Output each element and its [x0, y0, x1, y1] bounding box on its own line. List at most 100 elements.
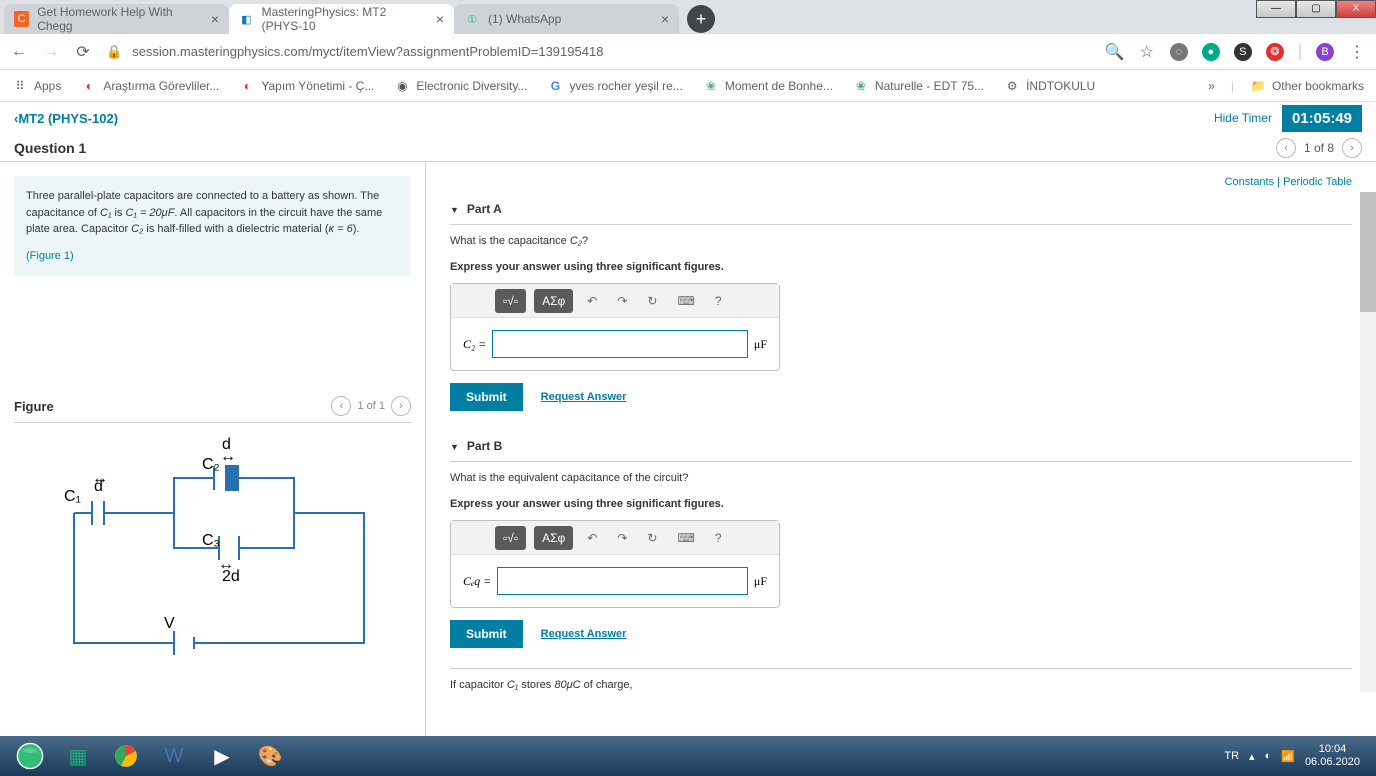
- answer-input-b[interactable]: [497, 567, 748, 595]
- svg-text:C₂: C₂: [202, 456, 220, 473]
- assignment-header: ‹MT2 (PHYS-102) Hide Timer 01:05:49: [0, 102, 1376, 134]
- back-to-assignment[interactable]: ‹MT2 (PHYS-102): [14, 111, 118, 126]
- bookmark-icon: ⚙: [1004, 78, 1020, 94]
- extension-icons: ◌ ● S ❂ | B ⋮: [1170, 43, 1366, 61]
- hide-timer-link[interactable]: Hide Timer: [1214, 111, 1272, 125]
- media-player-icon[interactable]: ▶: [198, 738, 246, 774]
- google-icon: G: [547, 78, 563, 94]
- prev-figure-button[interactable]: ‹: [331, 396, 351, 416]
- tab-masteringphysics[interactable]: ◧ MasteringPhysics: MT2 (PHYS-10 ×: [229, 4, 454, 34]
- help-icon[interactable]: ?: [709, 526, 728, 550]
- redo-icon[interactable]: ↷: [611, 526, 633, 550]
- answer-box-a: ▫√▫ ΑΣφ ↶ ↷ ↻ ⌨ ? C₂ = μF: [450, 283, 780, 371]
- submit-button-b[interactable]: Submit: [450, 620, 523, 648]
- main-content: Three parallel-plate capacitors are conn…: [0, 162, 1376, 736]
- close-button[interactable]: X: [1336, 0, 1376, 18]
- tray-volume-icon[interactable]: 📶: [1281, 750, 1295, 763]
- constants-link[interactable]: Constants: [1225, 176, 1275, 188]
- search-icon[interactable]: 🔍: [1106, 43, 1124, 61]
- star-icon[interactable]: ☆: [1138, 43, 1156, 61]
- bookmark-item[interactable]: ❀Moment de Bonhe...: [703, 78, 833, 94]
- bookmark-item[interactable]: ⚙İNDTOKULU: [1004, 78, 1095, 94]
- paint-icon[interactable]: 🎨: [246, 738, 294, 774]
- symbols-button[interactable]: ΑΣφ: [534, 289, 573, 313]
- submit-button-a[interactable]: Submit: [450, 383, 523, 411]
- request-answer-a[interactable]: Request Answer: [541, 391, 627, 403]
- apps-button[interactable]: ⠿ Apps: [12, 78, 61, 94]
- keyboard-icon[interactable]: ⌨: [671, 289, 700, 313]
- answer-variable: C₂ =: [463, 337, 486, 352]
- start-button[interactable]: [6, 738, 54, 774]
- profile-icon[interactable]: B: [1316, 43, 1334, 61]
- part-a-instruction: Express your answer using three signific…: [450, 261, 1352, 273]
- ext-icon-1[interactable]: ◌: [1170, 43, 1188, 61]
- system-tray: TR ▴ ◐ 📶 10:04 06.06.2020: [1224, 743, 1370, 769]
- periodic-table-link[interactable]: Periodic Table: [1283, 176, 1352, 188]
- next-question-button[interactable]: ›: [1342, 138, 1362, 158]
- reload-icon[interactable]: ⟳: [74, 43, 92, 61]
- redo-icon[interactable]: ↷: [611, 289, 633, 313]
- tab-chegg[interactable]: C Get Homework Help With Chegg ×: [4, 4, 229, 34]
- bookmark-more[interactable]: »: [1208, 79, 1215, 93]
- tray-network-icon[interactable]: ◐: [1265, 750, 1272, 762]
- forward-icon[interactable]: →: [42, 43, 60, 61]
- prev-question-button[interactable]: ‹: [1276, 138, 1296, 158]
- bookmark-item[interactable]: Gyves rocher yeşil re...: [547, 78, 682, 94]
- apps-label: Apps: [34, 79, 61, 93]
- tab-close-icon[interactable]: ×: [211, 11, 219, 27]
- figure-link[interactable]: (Figure 1): [26, 248, 399, 265]
- answer-box-b: ▫√▫ ΑΣφ ↶ ↷ ↻ ⌨ ? Cₑq = μF: [450, 520, 780, 608]
- bookmark-item[interactable]: ❀Naturelle - EDT 75...: [853, 78, 984, 94]
- ext-icon-2[interactable]: ●: [1202, 43, 1220, 61]
- tab-whatsapp[interactable]: ① (1) WhatsApp ×: [454, 4, 679, 34]
- back-icon[interactable]: ←: [10, 43, 28, 61]
- reset-icon[interactable]: ↻: [641, 289, 663, 313]
- tray-lang[interactable]: TR: [1224, 750, 1239, 762]
- other-bookmarks[interactable]: 📁 Other bookmarks: [1250, 78, 1364, 94]
- excel-icon[interactable]: ▦: [54, 738, 102, 774]
- part-b-header[interactable]: Part B: [450, 431, 1352, 462]
- tab-close-icon[interactable]: ×: [661, 11, 669, 27]
- help-icon[interactable]: ?: [709, 289, 728, 313]
- part-b-question: What is the equivalent capacitance of th…: [450, 472, 1352, 484]
- svg-text:V: V: [164, 615, 175, 632]
- next-figure-button[interactable]: ›: [391, 396, 411, 416]
- part-a-header[interactable]: Part A: [450, 194, 1352, 225]
- answer-input-a[interactable]: [492, 330, 748, 358]
- keyboard-icon[interactable]: ⌨: [671, 526, 700, 550]
- bookmark-item[interactable]: ◐Araştırma Görevliler...: [81, 78, 219, 94]
- figure-pager: 1 of 1: [357, 400, 385, 412]
- minimize-button[interactable]: —: [1256, 0, 1296, 18]
- template-button[interactable]: ▫√▫: [495, 289, 526, 313]
- template-button[interactable]: ▫√▫: [495, 526, 526, 550]
- answer-variable: Cₑq =: [463, 574, 491, 589]
- svg-text:C₁: C₁: [64, 488, 81, 505]
- request-answer-b[interactable]: Request Answer: [541, 628, 627, 640]
- tray-clock[interactable]: 10:04 06.06.2020: [1305, 743, 1360, 769]
- figure-header: Figure ‹ 1 of 1 ›: [14, 396, 411, 423]
- reset-icon[interactable]: ↻: [641, 526, 663, 550]
- ext-icon-4[interactable]: ❂: [1266, 43, 1284, 61]
- chrome-icon[interactable]: [102, 738, 150, 774]
- answer-toolbar: ▫√▫ ΑΣφ ↶ ↷ ↻ ⌨ ?: [451, 521, 779, 555]
- url-field[interactable]: 🔒 session.masteringphysics.com/myct/item…: [106, 44, 1092, 60]
- maximize-button[interactable]: ▢: [1296, 0, 1336, 18]
- undo-icon[interactable]: ↶: [581, 289, 603, 313]
- bookmark-item[interactable]: ◐Yapım Yönetimi - Ç...: [239, 78, 374, 94]
- bookmark-icon: ❀: [853, 78, 869, 94]
- bookmark-icon: ◉: [394, 78, 410, 94]
- undo-icon[interactable]: ↶: [581, 526, 603, 550]
- tray-arrow-icon[interactable]: ▴: [1249, 750, 1255, 763]
- bookmark-item[interactable]: ◉Electronic Diversity...: [394, 78, 527, 94]
- new-tab-button[interactable]: +: [687, 5, 715, 33]
- ext-icon-3[interactable]: S: [1234, 43, 1252, 61]
- bookmarks-bar: ⠿ Apps ◐Araştırma Görevliler... ◐Yapım Y…: [0, 70, 1376, 102]
- tab-close-icon[interactable]: ×: [436, 11, 444, 27]
- symbols-button[interactable]: ΑΣφ: [534, 526, 573, 550]
- answer-unit: μF: [754, 574, 767, 589]
- word-icon[interactable]: W: [150, 738, 198, 774]
- part-b-instruction: Express your answer using three signific…: [450, 498, 1352, 510]
- scrollbar-thumb[interactable]: [1360, 192, 1376, 312]
- menu-icon[interactable]: ⋮: [1348, 43, 1366, 61]
- tab-label: (1) WhatsApp: [488, 12, 561, 26]
